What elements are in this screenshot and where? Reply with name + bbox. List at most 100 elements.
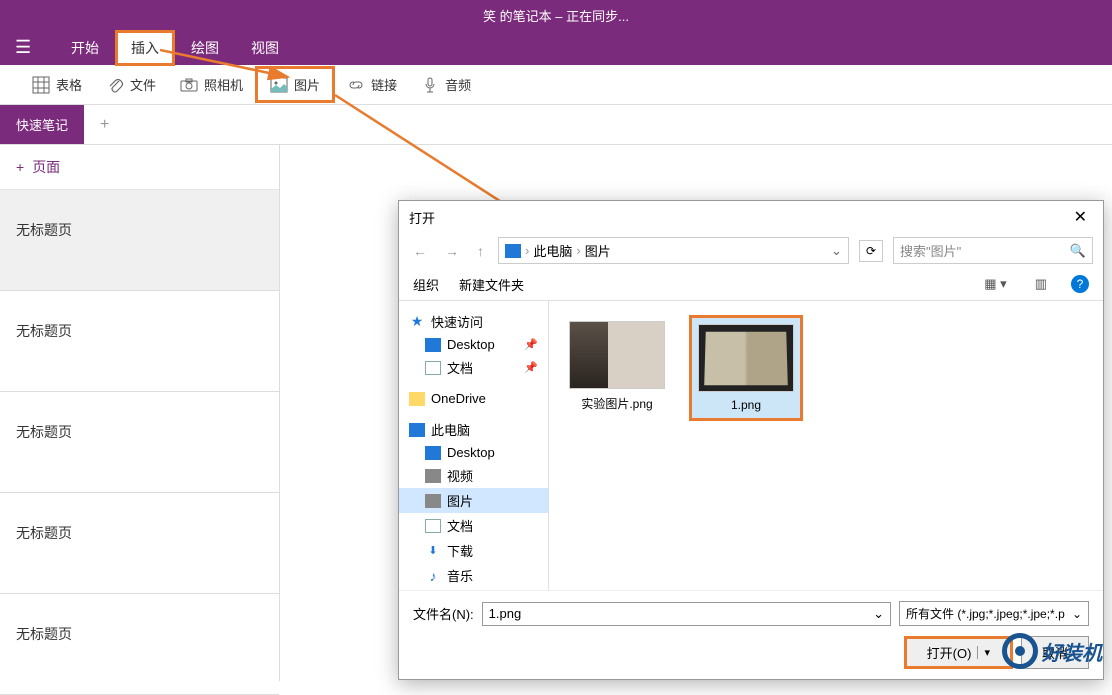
ribbon-camera-button[interactable]: 照相机	[168, 69, 255, 100]
view-thumbnails-button[interactable]: ▦ ▾	[980, 274, 1010, 294]
filename-input[interactable]: 1.png ⌄	[482, 602, 891, 626]
page-sidebar: + 页面 无标题页 无标题页 无标题页 无标题页 无标题页	[0, 145, 280, 681]
add-page-button[interactable]: + 页面	[0, 145, 279, 190]
document-icon	[425, 519, 441, 533]
tree-documents2[interactable]: 文档	[399, 513, 548, 538]
ribbon-file-button[interactable]: 文件	[94, 69, 168, 100]
pc-icon	[409, 423, 425, 437]
ribbon-picture-button[interactable]: 图片	[255, 66, 335, 103]
forward-icon[interactable]: →	[441, 241, 463, 261]
file-thumbnail	[569, 321, 665, 389]
page-item[interactable]: 无标题页	[0, 190, 279, 291]
window-title-bar: 笑 的笔记本 – 正在同步...	[0, 0, 1112, 30]
ribbon-file-label: 文件	[130, 75, 156, 94]
pc-icon	[505, 244, 521, 258]
chevron-down-icon[interactable]: ⌄	[873, 606, 884, 622]
tree-videos[interactable]: 视频	[399, 463, 548, 488]
tree-documents[interactable]: 文档📌	[399, 355, 548, 380]
plus-icon: +	[16, 159, 24, 175]
pin-icon: 📌	[524, 338, 538, 351]
video-icon	[425, 469, 441, 483]
search-input[interactable]: 搜索"图片" 🔍	[893, 237, 1093, 264]
search-icon: 🔍	[1070, 243, 1086, 259]
watermark-icon	[1002, 633, 1038, 669]
file-list[interactable]: 实验图片.png 1.png	[549, 301, 1103, 590]
ribbon-table-button[interactable]: 表格	[20, 69, 94, 100]
watermark-logo: 好装机	[1002, 633, 1102, 669]
filetype-select[interactable]: 所有文件 (*.jpg;*.jpeg;*.jpe;*.p ⌄	[899, 601, 1089, 626]
folder-tree: ★快速访问 Desktop📌 文档📌 OneDrive 此电脑 Desktop …	[399, 301, 549, 590]
page-item[interactable]: 无标题页	[0, 493, 279, 594]
section-tab-quicknotes[interactable]: 快速笔记	[0, 105, 84, 144]
folder-icon	[409, 392, 425, 406]
monitor-icon	[425, 338, 441, 352]
ribbon-audio-label: 音频	[445, 75, 471, 94]
dialog-title: 打开	[409, 208, 435, 227]
microphone-icon	[421, 76, 439, 94]
page-item[interactable]: 无标题页	[0, 594, 279, 695]
refresh-button[interactable]: ⟳	[859, 240, 883, 262]
tree-desktop[interactable]: Desktop📌	[399, 334, 548, 355]
breadcrumb[interactable]: › 此电脑 › 图片 ⌄	[498, 237, 849, 264]
pin-icon: 📌	[524, 361, 538, 374]
dialog-footer: 文件名(N): 1.png ⌄ 所有文件 (*.jpg;*.jpeg;*.jpe…	[399, 590, 1103, 679]
ribbon-link-label: 链接	[371, 75, 397, 94]
chevron-right-icon: ›	[576, 243, 580, 258]
link-icon	[347, 76, 365, 94]
camera-icon	[180, 76, 198, 94]
add-page-label: 页面	[32, 157, 60, 177]
document-icon	[425, 361, 441, 375]
file-name: 实验图片.png	[581, 395, 652, 412]
file-item-selected[interactable]: 1.png	[689, 315, 803, 421]
tree-onedrive[interactable]: OneDrive	[399, 388, 548, 409]
organize-button[interactable]: 组织	[413, 275, 439, 294]
music-icon: ♪	[425, 569, 441, 583]
menu-start[interactable]: 开始	[55, 30, 115, 66]
filename-row: 文件名(N): 1.png ⌄ 所有文件 (*.jpg;*.jpeg;*.jpe…	[413, 601, 1089, 626]
watermark-text: 好装机	[1042, 637, 1102, 666]
file-open-dialog: 打开 ✕ ← → ↑ › 此电脑 › 图片 ⌄ ⟳ 搜索"图片" 🔍 组织 新建…	[398, 200, 1104, 680]
picture-icon	[270, 76, 288, 94]
view-details-button[interactable]: ▥	[1031, 274, 1051, 294]
window-title: 笑 的笔记本 – 正在同步...	[483, 6, 629, 25]
tree-desktop2[interactable]: Desktop	[399, 442, 548, 463]
tree-pictures[interactable]: 图片	[399, 488, 548, 513]
hamburger-icon[interactable]: ☰	[15, 37, 55, 58]
breadcrumb-root[interactable]: 此电脑	[533, 241, 572, 260]
menu-draw[interactable]: 绘图	[175, 30, 235, 66]
breadcrumb-folder[interactable]: 图片	[585, 241, 611, 260]
tree-quick-access[interactable]: ★快速访问	[399, 309, 548, 334]
chevron-down-icon[interactable]: ⌄	[831, 243, 842, 259]
ribbon-link-button[interactable]: 链接	[335, 69, 409, 100]
picture-folder-icon	[425, 494, 441, 508]
file-name: 1.png	[731, 398, 761, 412]
tree-music[interactable]: ♪音乐	[399, 563, 548, 588]
table-icon	[32, 76, 50, 94]
open-button[interactable]: 打开(O)▾	[904, 636, 1013, 669]
menu-insert[interactable]: 插入	[115, 30, 175, 66]
ribbon-table-label: 表格	[56, 75, 82, 94]
help-icon[interactable]: ?	[1071, 275, 1089, 293]
file-item[interactable]: 实验图片.png	[563, 315, 671, 418]
chevron-down-icon: ▾	[977, 646, 990, 659]
dialog-body: ★快速访问 Desktop📌 文档📌 OneDrive 此电脑 Desktop …	[399, 301, 1103, 590]
tree-this-pc[interactable]: 此电脑	[399, 417, 548, 442]
ribbon-camera-label: 照相机	[204, 75, 243, 94]
paperclip-icon	[106, 76, 124, 94]
up-icon[interactable]: ↑	[473, 241, 488, 261]
tree-downloads[interactable]: ⬇下载	[399, 538, 548, 563]
add-section-button[interactable]: +	[84, 106, 125, 144]
filename-label: 文件名(N):	[413, 604, 474, 623]
back-icon[interactable]: ←	[409, 241, 431, 261]
close-icon[interactable]: ✕	[1068, 207, 1093, 227]
monitor-icon	[425, 446, 441, 460]
download-icon: ⬇	[425, 544, 441, 558]
page-item[interactable]: 无标题页	[0, 291, 279, 392]
new-folder-button[interactable]: 新建文件夹	[459, 275, 524, 294]
ribbon-audio-button[interactable]: 音频	[409, 69, 483, 100]
menu-view[interactable]: 视图	[235, 30, 295, 66]
dialog-nav-bar: ← → ↑ › 此电脑 › 图片 ⌄ ⟳ 搜索"图片" 🔍	[399, 233, 1103, 268]
dialog-button-row: 打开(O)▾ 取消	[413, 636, 1089, 669]
chevron-down-icon[interactable]: ⌄	[1072, 607, 1082, 621]
page-item[interactable]: 无标题页	[0, 392, 279, 493]
